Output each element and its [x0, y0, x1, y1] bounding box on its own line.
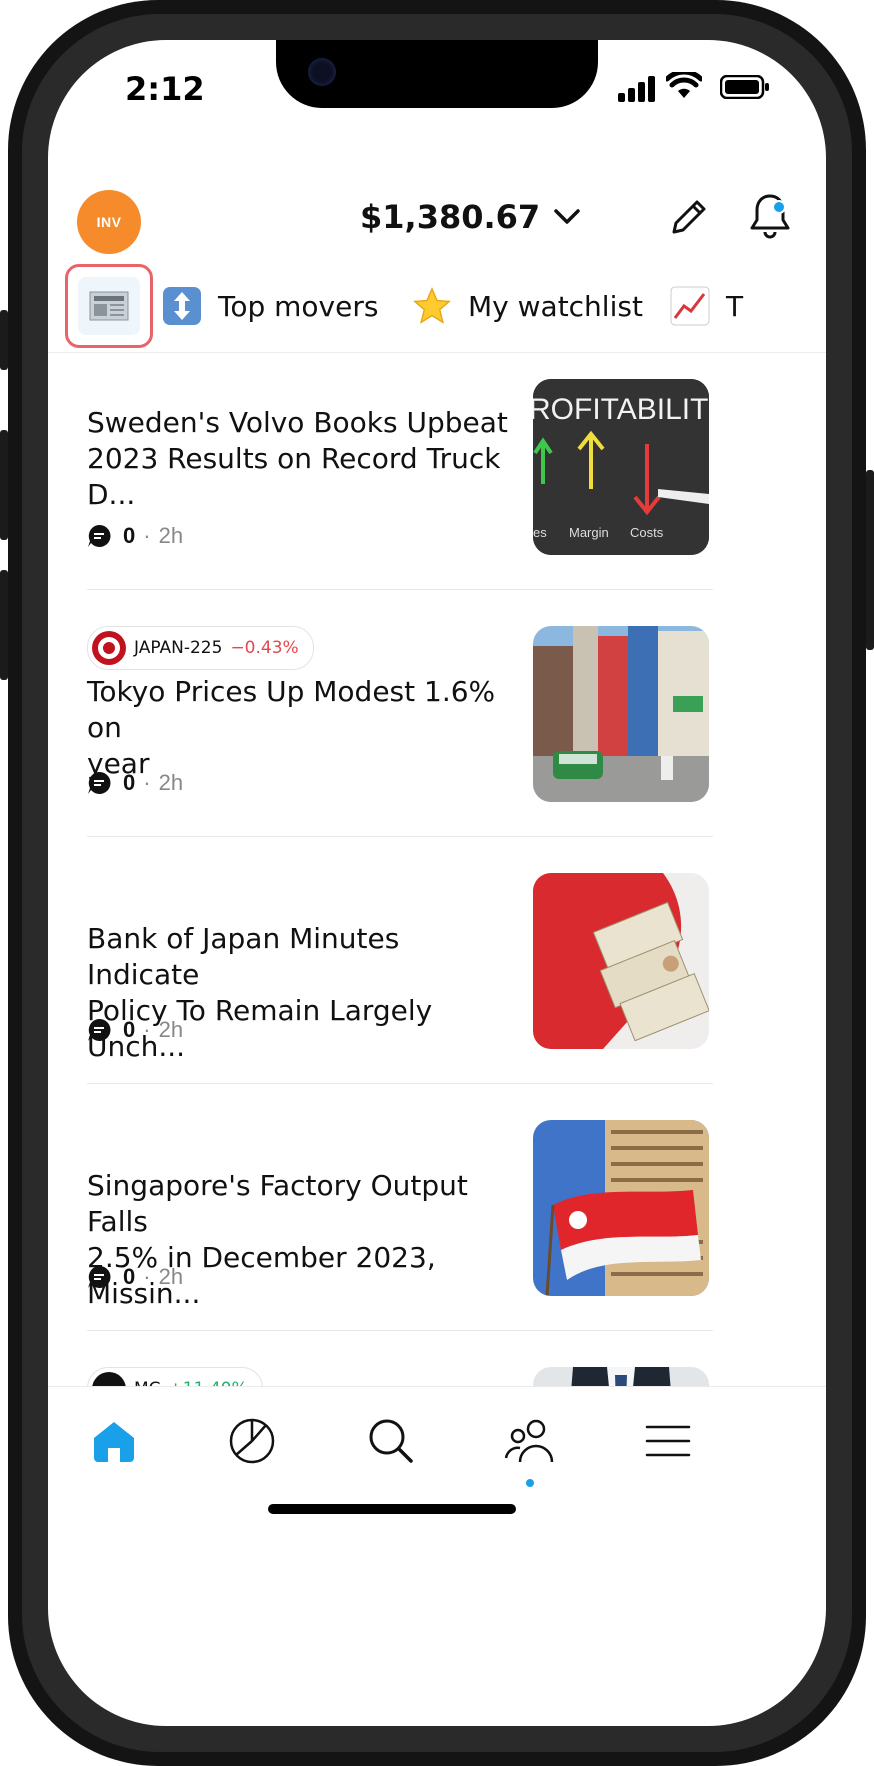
tab-community[interactable] — [500, 1411, 560, 1487]
ticker-tag[interactable]: JAPAN-225 −0.43% — [87, 626, 314, 670]
chart-up-icon — [670, 286, 710, 326]
thumb-text: ROFITABILIT — [533, 393, 708, 426]
article-title: Tokyo Prices Up Modest 1.6% on year — [87, 675, 496, 780]
comment-count: 0 — [123, 770, 136, 795]
list-item[interactable]: Bank of Japan Minutes Indicate Policy To … — [87, 837, 713, 1084]
article-thumbnail: ROFITABILIT es Margin Costs — [533, 379, 709, 555]
comment-count: 0 — [123, 523, 136, 548]
target-logo-icon — [92, 631, 126, 665]
article-title: Singapore's Factory Output Falls 2.5% in … — [87, 1169, 468, 1310]
phone-screen: 2:12 INV $1,380.67 Top movers My watchli… — [48, 40, 826, 1726]
ticker-change: −0.43% — [230, 638, 299, 658]
svg-text:Margin: Margin — [569, 525, 609, 540]
article-meta: 0 · 2h — [87, 1017, 183, 1043]
chip-label: My watchlist — [468, 289, 643, 323]
chip-top-movers[interactable]: Top movers — [162, 286, 378, 326]
tab-menu[interactable] — [638, 1411, 698, 1471]
chip-label: Top movers — [218, 289, 379, 323]
side-button — [0, 570, 8, 680]
tab-search[interactable] — [361, 1411, 421, 1471]
home-indicator — [268, 1504, 516, 1514]
signal-icon — [618, 76, 655, 102]
battery-icon — [720, 75, 769, 99]
comment-icon — [88, 771, 111, 794]
comment-icon — [88, 1018, 111, 1041]
category-chips: Top movers My watchlist T — [48, 252, 826, 353]
svg-text:es: es — [533, 525, 547, 540]
star-icon — [412, 286, 452, 326]
list-item[interactable]: Sweden's Volvo Books Upbeat 2023 Results … — [87, 353, 713, 590]
comment-icon — [88, 1265, 111, 1288]
svg-text:Costs: Costs — [630, 525, 664, 540]
article-thumbnail — [533, 1120, 709, 1296]
balance-selector[interactable]: $1,380.67 — [360, 198, 580, 236]
home-icon — [94, 1422, 134, 1462]
article-meta: 0 · 2h — [87, 1264, 183, 1290]
side-button — [0, 310, 8, 370]
chip-label: T — [726, 289, 744, 323]
pie-chart-icon — [229, 1418, 275, 1464]
notification-dot — [772, 200, 786, 214]
article-age: 2h — [158, 770, 184, 795]
comment-count: 0 — [123, 1017, 136, 1042]
avatar[interactable]: INV — [77, 190, 141, 254]
article-meta: 0 · 2h — [87, 523, 183, 549]
chip-trending[interactable]: T — [670, 286, 743, 326]
side-button — [0, 430, 8, 540]
newspaper-icon — [89, 291, 129, 321]
article-title: Sweden's Volvo Books Upbeat 2023 Results … — [87, 406, 508, 511]
community-dot — [526, 1479, 534, 1487]
chip-news[interactable] — [65, 264, 153, 348]
article-age: 2h — [158, 1017, 184, 1042]
comment-count: 0 — [123, 1264, 136, 1289]
balance-value: $1,380.67 — [360, 198, 541, 236]
tab-home[interactable] — [84, 1411, 144, 1471]
ticker-symbol: JAPAN-225 — [134, 638, 223, 658]
pencil-icon[interactable] — [666, 196, 710, 240]
status-time: 2:12 — [125, 70, 205, 108]
article-age: 2h — [158, 1264, 184, 1289]
notifications-button[interactable] — [748, 192, 792, 240]
top-header: INV $1,380.67 — [48, 164, 826, 254]
search-icon — [369, 1419, 413, 1463]
bottom-tab-bar — [48, 1386, 826, 1507]
article-thumbnail — [533, 626, 709, 802]
people-icon — [504, 1419, 554, 1463]
chip-my-watchlist[interactable]: My watchlist — [412, 286, 643, 326]
side-button — [866, 470, 874, 650]
article-age: 2h — [158, 523, 184, 548]
article-meta: 0 · 2h — [87, 770, 183, 796]
list-item[interactable]: Singapore's Factory Output Falls 2.5% in … — [87, 1084, 713, 1331]
article-thumbnail — [533, 873, 709, 1049]
bell-icon — [750, 194, 790, 239]
tab-portfolio[interactable] — [222, 1411, 282, 1471]
menu-icon — [645, 1425, 691, 1457]
comment-icon — [88, 524, 111, 547]
list-item[interactable]: JAPAN-225 −0.43% Tokyo Prices Up Modest … — [87, 590, 713, 837]
chevron-down-icon — [554, 209, 580, 224]
news-feed: Sweden's Volvo Books Upbeat 2023 Results … — [48, 353, 826, 1425]
article-title: Bank of Japan Minutes Indicate Policy To … — [87, 922, 433, 1063]
wifi-icon — [666, 72, 702, 98]
up-down-arrow-icon — [162, 286, 202, 326]
